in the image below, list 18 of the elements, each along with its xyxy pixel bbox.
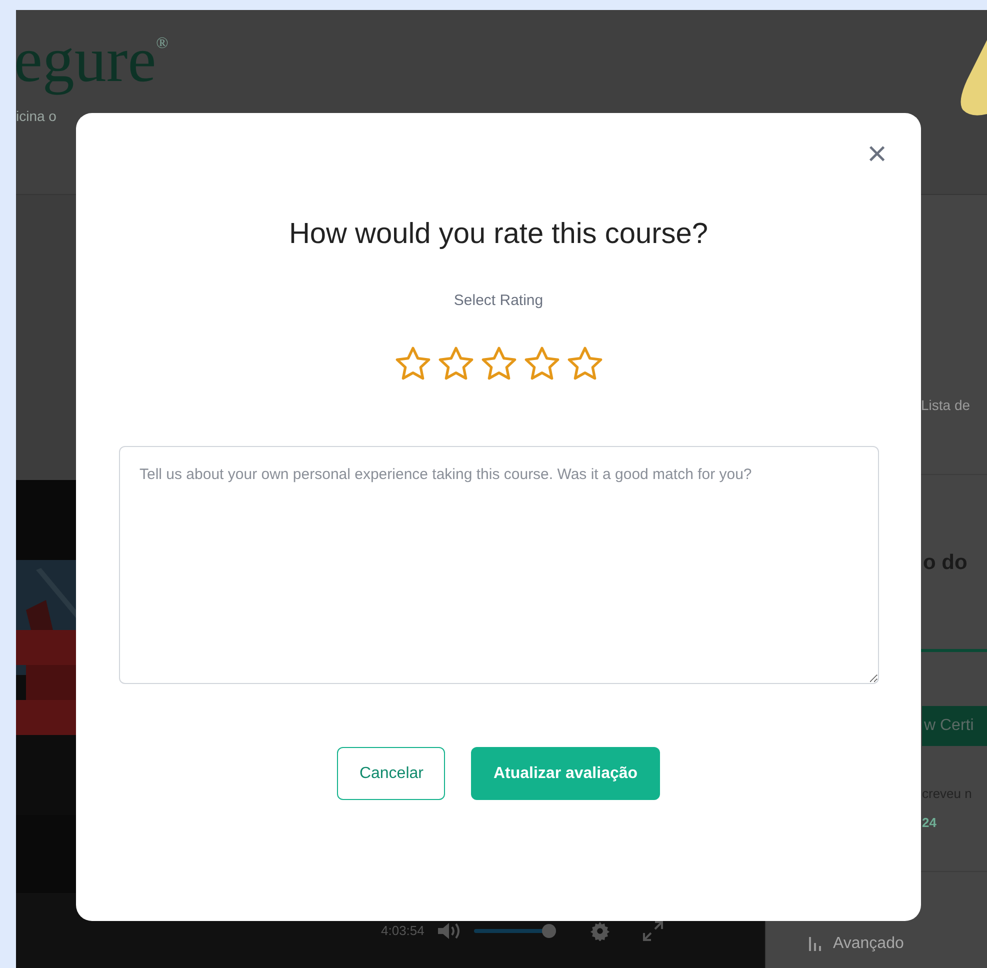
volume-icon[interactable] — [436, 920, 462, 940]
settings-icon[interactable] — [590, 920, 610, 940]
certificate-button[interactable]: w Certi — [922, 706, 987, 746]
levels-icon — [809, 936, 821, 952]
rating-label: Select Rating — [454, 290, 544, 310]
list-link[interactable]: Lista de — [921, 395, 970, 416]
update-button[interactable]: Atualizar avaliação — [471, 747, 660, 800]
review-field[interactable]: Tell us about your own personal experience taking this course. Was it a good match for you? — [118, 446, 878, 684]
registered-mark: ® — [156, 34, 168, 54]
close-button[interactable]: × — [867, 139, 887, 169]
enrolled-date: 24 — [922, 814, 936, 832]
video-time: 4:03:54 — [381, 922, 424, 940]
fullscreen-icon[interactable] — [642, 920, 664, 942]
cancel-button[interactable]: Cancelar — [337, 747, 446, 800]
tagline: icina o — [16, 107, 58, 126]
menu-item[interactable]: Avançado — [833, 932, 904, 956]
volume-slider[interactable] — [474, 924, 558, 938]
dialog-title: How would you rate this course? — [288, 217, 708, 252]
